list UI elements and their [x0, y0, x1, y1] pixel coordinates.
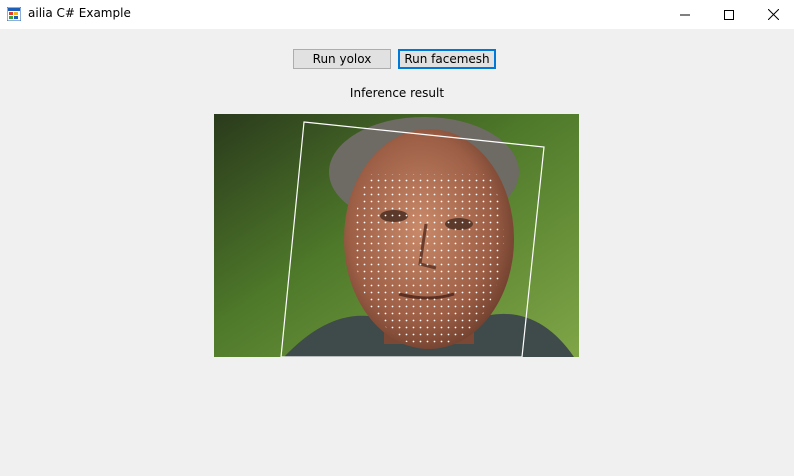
close-icon: [767, 9, 779, 20]
minimize-icon: [680, 14, 690, 15]
maximize-button[interactable]: [706, 0, 752, 29]
window-title: ailia C# Example: [28, 6, 131, 20]
inference-result-image: [214, 114, 579, 357]
run-facemesh-button[interactable]: Run facemesh: [398, 49, 496, 69]
inference-result-label: Inference result: [349, 86, 445, 100]
title-bar: ailia C# Example: [0, 0, 794, 29]
minimize-button[interactable]: [662, 0, 708, 29]
app-window-icon: [7, 7, 21, 21]
close-button[interactable]: [750, 0, 794, 29]
maximize-icon: [724, 9, 734, 20]
run-yolox-button[interactable]: Run yolox: [293, 49, 391, 69]
